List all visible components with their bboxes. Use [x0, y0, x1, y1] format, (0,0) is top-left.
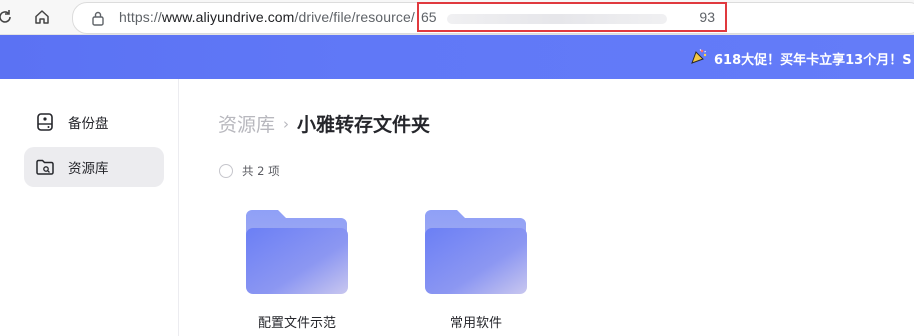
item-count: 共 2 项 — [242, 164, 280, 178]
folder-item[interactable]: 常用软件 — [421, 208, 531, 336]
home-icon[interactable] — [31, 6, 53, 28]
select-all-row: 共 2 项 — [219, 163, 280, 179]
site-info-icon[interactable] — [91, 10, 105, 30]
address-bar[interactable]: https://www.aliyundrive.com/drive/file/r… — [72, 2, 914, 34]
url-domain: www.aliyundrive.com — [161, 9, 295, 25]
breadcrumb: 资源库 › 小雅转存文件夹 — [218, 110, 430, 137]
folder-icon — [421, 210, 531, 302]
promo-text: 618大促！买年卡立享13个月！S — [714, 52, 912, 68]
sidebar-item-backup[interactable]: 备份盘 — [24, 102, 164, 142]
breadcrumb-separator: › — [283, 114, 290, 133]
resource-folder-icon — [34, 156, 56, 178]
url-text[interactable]: https://www.aliyundrive.com/drive/file/r… — [119, 9, 415, 25]
reload-icon[interactable] — [0, 6, 16, 28]
url-prefix: https:// — [119, 9, 162, 25]
folder-item[interactable]: 配置文件示范 — [242, 208, 352, 336]
folder-name: 常用软件 — [449, 316, 502, 331]
breadcrumb-root[interactable]: 资源库 — [218, 110, 275, 137]
browser-toolbar: https://www.aliyundrive.com/drive/file/r… — [0, 0, 914, 35]
select-all-checkbox[interactable] — [219, 164, 233, 178]
url-redacted — [447, 14, 667, 24]
url-id-start: 65 — [421, 9, 437, 25]
page-title: 小雅转存文件夹 — [297, 114, 431, 136]
sidebar-item-label: 资源库 — [68, 161, 109, 177]
url-id-end: 93 — [699, 9, 715, 25]
url-highlight-box: 65 93 — [417, 2, 727, 32]
url-path: /drive/file/resource/ — [294, 9, 415, 25]
sidebar-item-resource[interactable]: 资源库 — [24, 147, 164, 187]
folder-icon — [242, 210, 352, 302]
party-popper-icon — [690, 47, 708, 69]
sidebar-item-label: 备份盘 — [68, 116, 109, 132]
promo-content[interactable]: 618大促！买年卡立享13个月！S — [690, 47, 912, 69]
sidebar: 备份盘 资源库 — [0, 79, 179, 336]
promo-banner[interactable]: 618大促！买年卡立享13个月！S — [0, 35, 914, 79]
folder-name: 配置文件示范 — [257, 316, 336, 331]
backup-drive-icon — [34, 111, 56, 133]
